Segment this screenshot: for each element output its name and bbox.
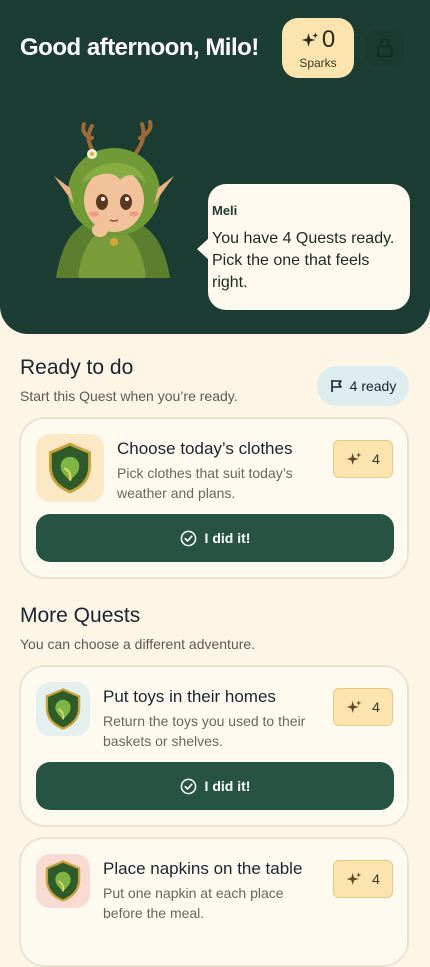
ready-section-subtitle: Start this Quest when you’re ready. <box>20 388 238 404</box>
sparkle-icon <box>346 452 362 465</box>
sparkle-icon <box>301 32 319 47</box>
quest-card: Place napkins on the table Put one napki… <box>19 837 409 967</box>
quest-card: Put toys in their homes Return the toys … <box>19 665 409 827</box>
i-did-it-button[interactable]: I did it! <box>36 514 394 562</box>
i-did-it-label: I did it! <box>204 530 251 546</box>
more-section-title: More Quests <box>20 604 141 627</box>
quest-icon <box>36 434 104 502</box>
sparks-counter[interactable]: 0 Sparks <box>282 18 354 78</box>
shield-leaf-icon <box>45 688 81 730</box>
flag-icon <box>330 380 342 392</box>
quest-description: Return the toys you used to their basket… <box>103 713 306 749</box>
sparkle-icon <box>346 700 362 713</box>
quest-description: Pick clothes that suit today’s weather a… <box>117 465 293 501</box>
header-panel: Good afternoon, Milo! 0 Sparks Meli You … <box>0 0 430 334</box>
shield-leaf-icon <box>49 442 91 494</box>
quest-card: Choose today’s clothes Pick clothes that… <box>19 417 409 579</box>
quest-description: Put one napkin at each place before the … <box>103 885 284 921</box>
reward-value: 4 <box>372 699 380 715</box>
speech-bubble: Meli You have 4 Quests ready. Pick the o… <box>197 184 410 310</box>
mascot-message: You have 4 Quests ready. Pick the one th… <box>212 230 395 291</box>
quest-title: Put toys in their homes <box>103 687 276 706</box>
reward-value: 4 <box>372 871 380 887</box>
quest-title: Place napkins on the table <box>103 859 303 878</box>
reward-badge: 4 <box>333 440 393 478</box>
ready-count-badge: 4 ready <box>317 366 409 406</box>
greeting-title: Good afternoon, Milo! <box>20 34 259 61</box>
lock-button[interactable] <box>366 30 404 66</box>
reward-badge: 4 <box>333 688 393 726</box>
sparks-count: 0 <box>321 26 336 53</box>
mascot-name: Meli <box>212 203 238 218</box>
quest-title: Choose today’s clothes <box>117 439 293 458</box>
mascot-illustration <box>54 120 174 278</box>
sparkle-icon <box>346 872 362 885</box>
more-section-subtitle: You can choose a different adventure. <box>20 636 256 652</box>
sparks-label: Sparks <box>299 56 337 70</box>
quest-icon <box>36 854 90 908</box>
check-circle-icon <box>180 778 196 794</box>
lock-icon <box>377 38 393 58</box>
i-did-it-button[interactable]: I did it! <box>36 762 394 810</box>
reward-badge: 4 <box>333 860 393 898</box>
ready-section-title: Ready to do <box>20 356 134 379</box>
i-did-it-label: I did it! <box>204 778 251 794</box>
quest-icon <box>36 682 90 736</box>
shield-leaf-icon <box>45 860 81 902</box>
reward-value: 4 <box>372 451 380 467</box>
check-circle-icon <box>180 530 196 546</box>
ready-count-label: 4 ready <box>349 378 397 394</box>
